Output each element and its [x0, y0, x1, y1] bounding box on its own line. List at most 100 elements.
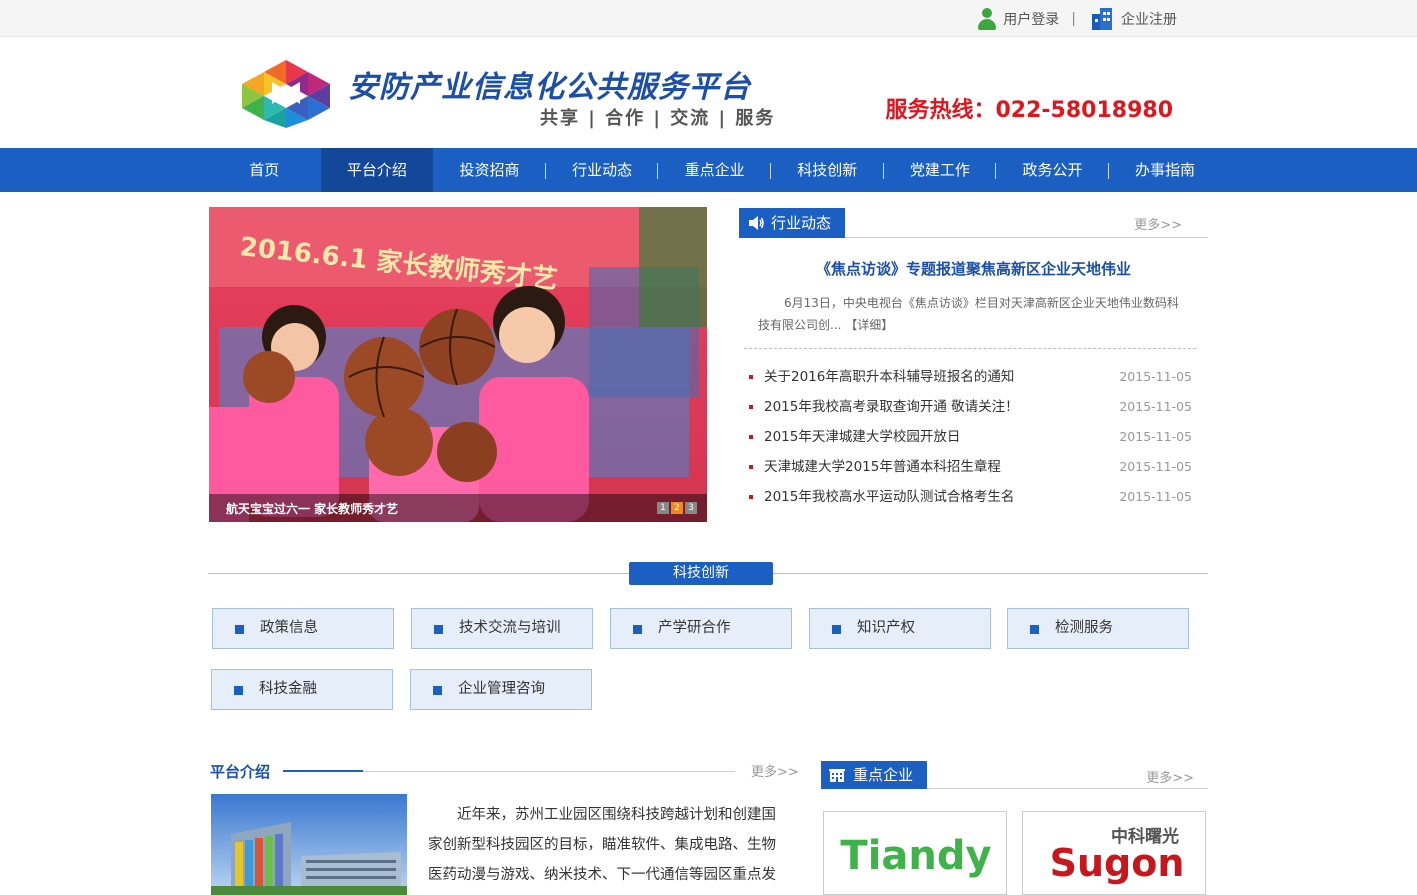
nav-item[interactable]: 投资招商 — [433, 148, 546, 192]
tech-button[interactable]: 检测服务 — [1007, 608, 1189, 649]
news-item-title[interactable]: 2015年天津城建大学校园开放日 — [764, 427, 960, 447]
tech-button-label: 技术交流与培训 — [459, 620, 561, 636]
enterprises-header: 重点企业 更多>> — [821, 761, 1208, 789]
news-headline[interactable]: 《焦点访谈》专题报道聚焦高新区企业天地伟业 — [739, 258, 1208, 279]
site-title: 安防产业信息化公共服务平台 — [348, 70, 751, 105]
building-icon — [1092, 8, 1114, 30]
square-icon — [234, 686, 243, 695]
enterprises-more-link[interactable]: 更多>> — [1146, 767, 1194, 786]
nav-item[interactable]: 首页 — [208, 148, 321, 192]
tech-button-label: 产学研合作 — [658, 620, 731, 636]
sugon-logo-text: Sugon — [1050, 841, 1185, 885]
news-item-title[interactable]: 2015年我校高考录取查询开通 敬请关注！ — [764, 397, 1019, 417]
intro-text: 近年来，苏州工业园区围绕科技跨越计划和创建国家创新型科技园区的目标，瞄准软件、集… — [428, 807, 776, 883]
news-item-title[interactable]: 天津城建大学2015年普通本科招生章程 — [764, 457, 1001, 477]
news-item: 2015年我校高考录取查询开通 敬请关注！ 2015-11-05 — [749, 397, 1192, 427]
speaker-icon — [749, 216, 764, 230]
tech-button[interactable]: 科技金融 — [211, 669, 393, 710]
news-more-link[interactable]: 更多>> — [1134, 214, 1182, 233]
news-item-date: 2015-11-05 — [1119, 429, 1192, 444]
square-icon — [832, 625, 841, 634]
hotline: 服务热线：022-58018980 — [885, 98, 1173, 123]
tech-button[interactable]: 技术交流与培训 — [411, 608, 593, 649]
tech-button-label: 企业管理咨询 — [458, 681, 545, 697]
news-tab[interactable]: 行业动态 — [739, 208, 845, 238]
slider-photo: 2016.6.1 家长教师秀才艺 — [209, 207, 707, 522]
news-item: 2015年天津城建大学校园开放日 2015-11-05 — [749, 427, 1192, 457]
news-item-date: 2015-11-05 — [1119, 459, 1192, 474]
news-summary-text: 6月13日，中央电视台《焦点访谈》栏目对天津高新区企业天地伟业数码科技有限公司创… — [758, 296, 1179, 332]
tiandy-logo[interactable]: Tiandy — [823, 811, 1007, 895]
bullet-icon — [749, 495, 753, 499]
register-link[interactable]: 企业注册 — [1092, 8, 1177, 30]
slider-pagination: 123 — [655, 502, 697, 514]
news-list: 关于2016年高职升本科辅导班报名的通知 2015-11-05 2015年我校高考录… — [749, 367, 1192, 517]
tech-button-label: 知识产权 — [857, 620, 915, 636]
square-icon — [1030, 625, 1039, 634]
intro-divider — [363, 771, 735, 772]
tech-button[interactable]: 产学研合作 — [610, 608, 792, 649]
news-item-date: 2015-11-05 — [1119, 399, 1192, 414]
bullet-icon — [749, 405, 753, 409]
news-item-title[interactable]: 关于2016年高职升本科辅导班报名的通知 — [764, 367, 1014, 387]
enterprises-tab-label: 重点企业 — [853, 766, 914, 784]
news-summary: 6月13日，中央电视台《焦点访谈》栏目对天津高新区企业天地伟业数码科技有限公司创… — [758, 292, 1188, 336]
intro-title-underline — [283, 770, 363, 772]
login-label: 用户登录 — [1003, 12, 1060, 28]
news-item: 2015年我校高水平运动队测试合格考生名 2015-11-05 — [749, 487, 1192, 517]
nav-item[interactable]: 重点企业 — [658, 148, 771, 192]
news-item: 天津城建大学2015年普通本科招生章程 2015-11-05 — [749, 457, 1192, 487]
register-label: 企业注册 — [1121, 12, 1177, 28]
nav-item[interactable]: 办事指南 — [1109, 148, 1222, 192]
nav-item[interactable]: 科技创新 — [771, 148, 884, 192]
user-icon — [977, 8, 997, 30]
intro-more-link[interactable]: 更多>> — [751, 761, 799, 780]
tech-button[interactable]: 企业管理咨询 — [410, 669, 592, 710]
enterprises-tab[interactable]: 重点企业 — [821, 761, 927, 789]
site-slogan: 共享 | 合作 | 交流 | 服务 — [540, 108, 776, 129]
tiandy-logo-text: Tiandy — [840, 833, 991, 879]
slider-caption: 航天宝宝过六一 家长教师秀才艺 123 — [209, 494, 707, 522]
top-separator: | — [1071, 11, 1076, 27]
bullet-icon — [749, 375, 753, 379]
news-tab-label: 行业动态 — [771, 214, 832, 232]
square-icon — [633, 625, 642, 634]
top-links: 用户登录 | 企业注册 — [977, 8, 1177, 30]
bullet-icon — [749, 465, 753, 469]
news-item-title[interactable]: 2015年我校高水平运动队测试合格考生名 — [764, 487, 1014, 507]
square-icon — [434, 625, 443, 634]
tech-button-label: 科技金融 — [259, 681, 317, 697]
square-icon — [433, 686, 442, 695]
tech-section-title: 科技创新 — [629, 562, 773, 585]
slider-dot[interactable]: 3 — [685, 502, 697, 514]
header: 安防产业信息化公共服务平台 共享 | 合作 | 交流 | 服务 服务热线：022… — [0, 38, 1417, 148]
nav-list: 首页 平台介绍 投资招商 行业动态 重点企业 科技创新 党建工作 政务公开 办事指南 — [208, 148, 1221, 192]
slider-dot[interactable]: 1 — [657, 502, 669, 514]
logo-mark[interactable] — [242, 60, 330, 128]
news-item-date: 2015-11-05 — [1119, 369, 1192, 384]
enterprise-icon — [829, 769, 845, 782]
tech-button[interactable]: 知识产权 — [809, 608, 991, 649]
main-nav: 首页 平台介绍 投资招商 行业动态 重点企业 科技创新 党建工作 政务公开 办事指南 — [0, 148, 1417, 192]
slider-caption-text: 航天宝宝过六一 家长教师秀才艺 — [226, 502, 399, 516]
nav-item[interactable]: 党建工作 — [884, 148, 997, 192]
bullet-icon — [749, 435, 753, 439]
tech-button-label: 政策信息 — [260, 620, 318, 636]
top-bar: 用户登录 | 企业注册 — [0, 0, 1417, 37]
tech-button[interactable]: 政策信息 — [212, 608, 394, 649]
image-slider[interactable]: 2016.6.1 家长教师秀才艺 航天宝宝过六一 家长教师秀才艺 123 — [209, 207, 707, 522]
nav-item[interactable]: 平台介绍 — [320, 148, 434, 192]
news-item-date: 2015-11-05 — [1119, 489, 1192, 504]
square-icon — [235, 625, 244, 634]
news-item: 关于2016年高职升本科辅导班报名的通知 2015-11-05 — [749, 367, 1192, 397]
login-link[interactable]: 用户登录 — [977, 8, 1059, 30]
intro-title: 平台介绍 — [210, 763, 271, 781]
news-detail-link[interactable]: 【详细】 — [845, 318, 893, 332]
tech-button-label: 检测服务 — [1055, 620, 1113, 636]
news-header: 行业动态 更多>> — [739, 208, 1208, 238]
nav-item[interactable]: 行业动态 — [546, 148, 659, 192]
slider-dot[interactable]: 2 — [671, 502, 683, 514]
news-divider — [744, 348, 1196, 349]
sugon-logo[interactable]: 中科曙光 Sugon — [1022, 811, 1206, 895]
nav-item[interactable]: 政务公开 — [996, 148, 1109, 192]
